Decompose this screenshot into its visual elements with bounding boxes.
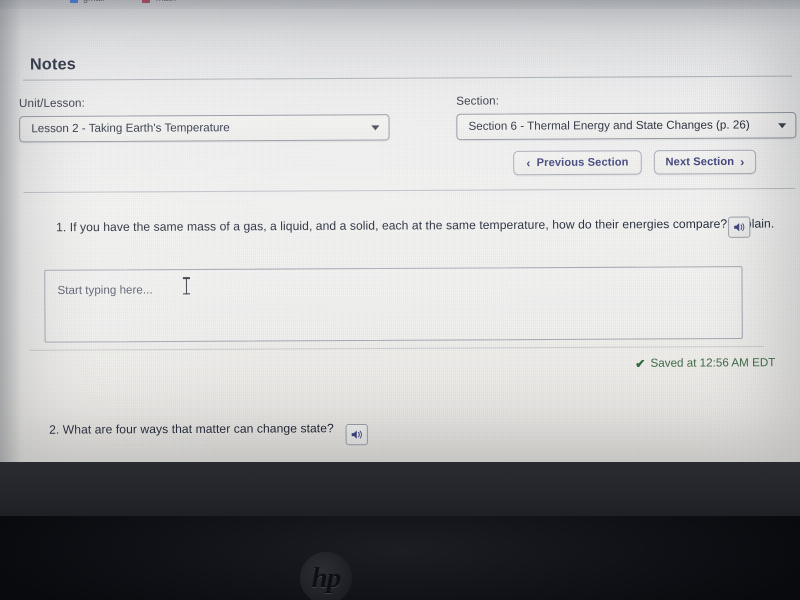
screenshot-root: gmail math Notes Unit/Lesson: Lesson 2 -… <box>0 0 800 600</box>
chevron-down-icon <box>371 125 380 131</box>
bookmark-favicon-math <box>142 0 150 3</box>
unit-lesson-select[interactable]: Lesson 2 - Taking Earth's Temperature <box>19 114 390 143</box>
section-select[interactable]: Section 6 - Thermal Energy and State Cha… <box>456 112 797 141</box>
title-divider <box>22 75 793 81</box>
speaker-icon <box>351 430 362 439</box>
question-2-text: 2. What are four ways that matter can ch… <box>49 421 334 437</box>
chevron-down-icon <box>778 123 787 129</box>
answer-textarea[interactable]: Start typing here... <box>44 266 743 343</box>
next-section-button[interactable]: Next Section › <box>653 149 757 175</box>
unit-lesson-value: Lesson 2 - Taking Earth's Temperature <box>31 122 230 136</box>
bookmark-item-math[interactable]: math <box>156 0 176 3</box>
hp-logo: hp <box>300 552 352 600</box>
chevron-right-icon: › <box>740 154 745 169</box>
bookmark-favicon-gmail <box>70 0 78 3</box>
question-1-text: 1. If you have the same mass of a gas, a… <box>56 216 775 235</box>
question-1-audio-button[interactable] <box>728 216 751 238</box>
bookmark-item-gmail[interactable]: gmail <box>83 0 105 3</box>
save-status-text: Saved at 12:56 AM EDT <box>650 357 776 370</box>
speaker-icon <box>733 223 744 232</box>
chromeos-shelf: US <box>0 462 800 518</box>
save-status: ✔ Saved at 12:56 AM EDT <box>635 356 775 371</box>
laptop-bezel <box>0 516 800 600</box>
section-label: Section: <box>456 95 500 108</box>
section-divider <box>23 187 795 193</box>
answer-placeholder: Start typing here... <box>57 284 153 298</box>
next-section-label: Next Section <box>665 155 735 169</box>
check-icon: ✔ <box>635 356 646 371</box>
previous-section-label: Previous Section <box>536 156 629 170</box>
section-value: Section 6 - Thermal Energy and State Cha… <box>468 119 750 133</box>
page-title: Notes <box>29 56 77 74</box>
chevron-left-icon: ‹ <box>526 155 531 171</box>
previous-section-button[interactable]: ‹ Previous Section <box>513 150 642 176</box>
unit-lesson-label: Unit/Lesson: <box>18 97 85 111</box>
notes-page: Notes Unit/Lesson: Lesson 2 - Taking Ear… <box>0 5 800 462</box>
question-2-audio-button[interactable] <box>345 423 368 446</box>
browser-window: gmail math Notes Unit/Lesson: Lesson 2 -… <box>0 0 800 462</box>
